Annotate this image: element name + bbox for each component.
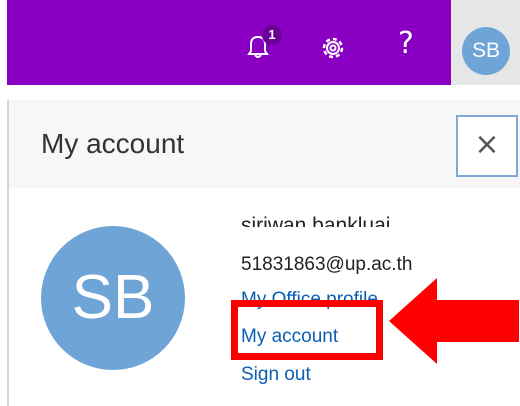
close-button[interactable]: × <box>456 115 518 177</box>
profile-avatar: SB <box>41 226 185 370</box>
account-panel: My account × SB siriwan bankluai 5183186… <box>9 85 520 406</box>
user-name: siriwan bankluai <box>241 214 391 227</box>
avatar[interactable]: SB <box>462 27 510 75</box>
notification-badge: 1 <box>262 25 282 45</box>
red-arrow-left-icon <box>389 278 519 369</box>
panel-header: My account × <box>9 100 520 188</box>
top-navigation-bar <box>7 0 451 85</box>
help-button[interactable]: ? <box>398 26 414 61</box>
sign-out-link[interactable]: Sign out <box>241 364 311 388</box>
panel-title: My account <box>41 128 185 159</box>
user-email: 51831863@up.ac.th <box>241 254 413 275</box>
highlight-box <box>231 300 383 360</box>
gear-icon[interactable] <box>318 33 348 63</box>
